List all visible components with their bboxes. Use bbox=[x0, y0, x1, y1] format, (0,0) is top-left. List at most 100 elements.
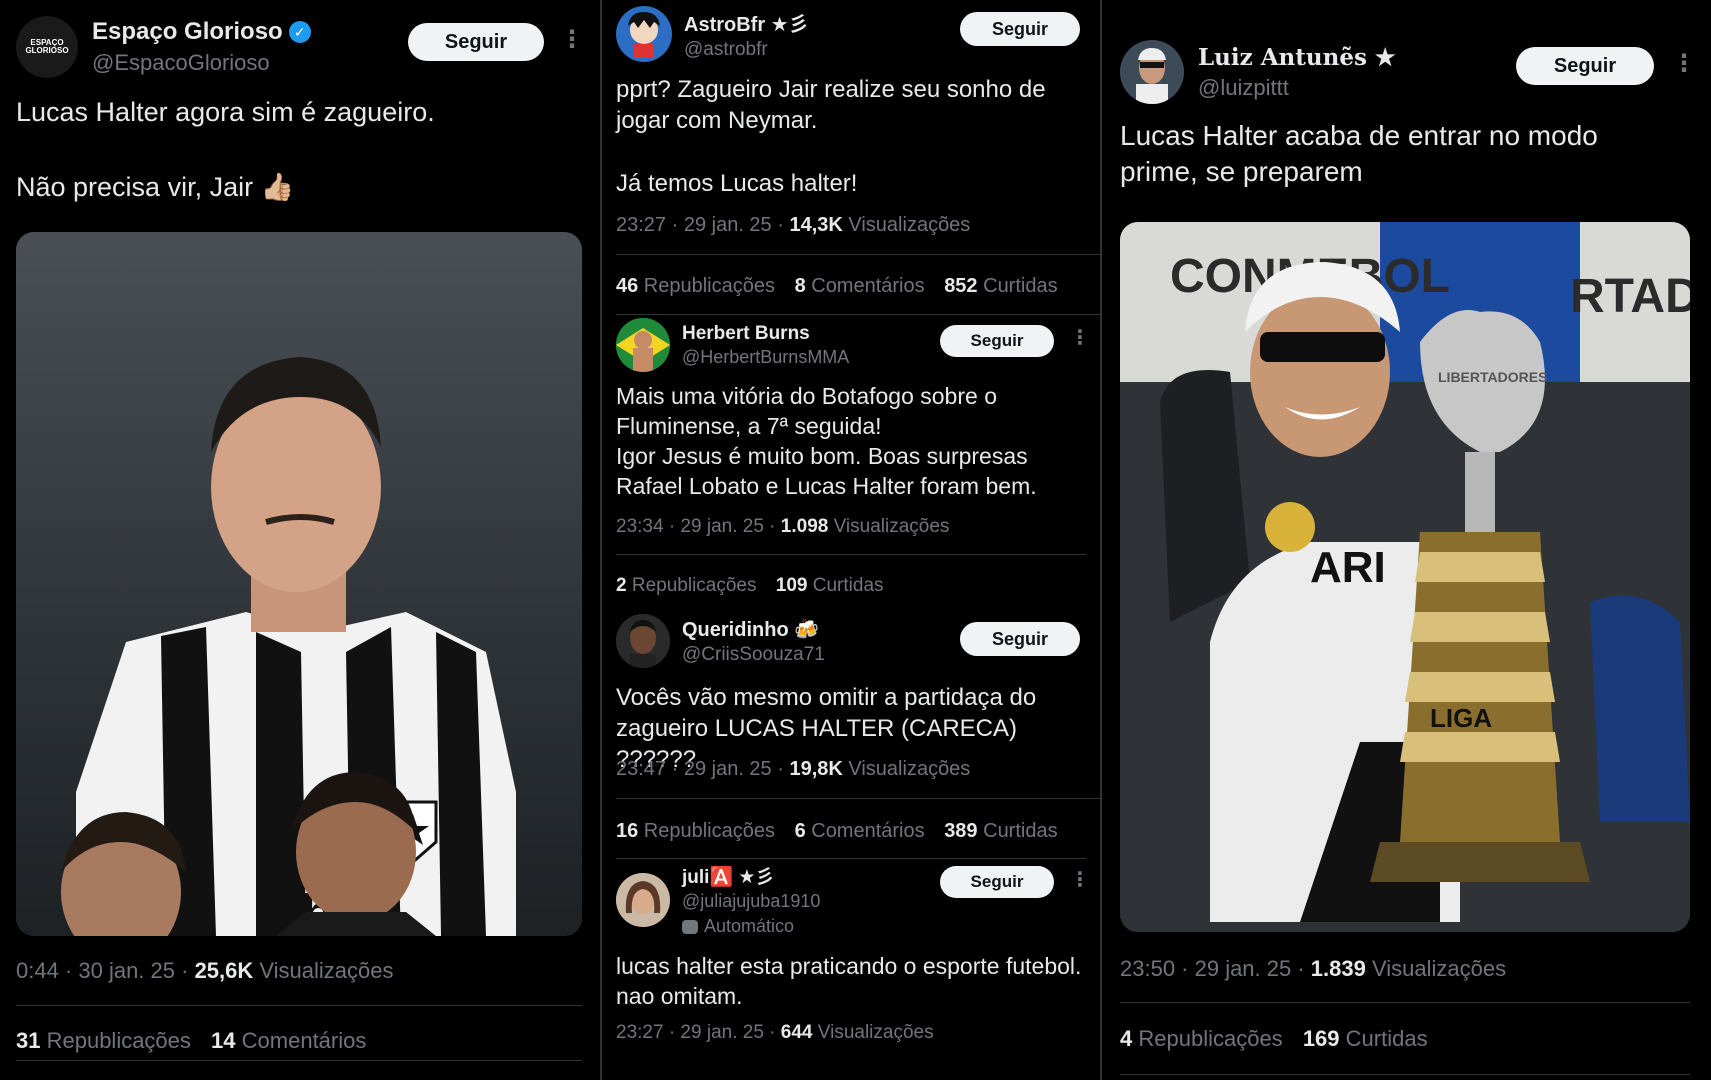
separator bbox=[616, 554, 1086, 555]
avatar[interactable] bbox=[616, 318, 670, 372]
tweet-header: Luiz Antunẽs ★ @luizpittt bbox=[1120, 40, 1396, 104]
views-count: 19,8K bbox=[789, 758, 843, 780]
queridinho-avatar-icon bbox=[616, 614, 670, 668]
display-name[interactable]: AstroBfr ★彡 bbox=[684, 8, 809, 37]
views-label: Visualizações bbox=[828, 516, 950, 537]
views-label: Visualizações bbox=[1365, 956, 1507, 981]
trophy-text: LIBERTADORES bbox=[1438, 369, 1547, 385]
handle[interactable]: @astrobfr bbox=[684, 39, 809, 61]
tweet-stats: 4 Republicações 169 Curtidas bbox=[1120, 1026, 1442, 1052]
reposts-stat[interactable]: 46 Republicações bbox=[616, 275, 775, 297]
tweet-column-1: ESPAÇO GLORIOSO Espaço Glorioso ✓ @Espac… bbox=[0, 0, 600, 1080]
tweet-column-2: AstroBfr ★彡 @astrobfr Seguir ⋮ pprt? Zag… bbox=[602, 0, 1100, 1080]
more-options-icon[interactable]: ⋮ bbox=[1070, 328, 1090, 348]
tweet-header: Herbert Burns @HerbertBurnsMMA bbox=[616, 318, 849, 372]
separator bbox=[1120, 1074, 1690, 1075]
tweet-meta: 23:50 · 29 jan. 25 · 1.839 Visualizações bbox=[1120, 956, 1506, 982]
handle[interactable]: @CriisSoouza71 bbox=[682, 644, 825, 666]
views-count: 1.098 bbox=[780, 516, 829, 537]
timestamp[interactable]: 23:27 · 29 jan. 25 · bbox=[616, 214, 789, 236]
display-name[interactable]: juli🅰️ ★彡 bbox=[682, 862, 820, 889]
tweet-stats: 31 Republicações 14 Comentários bbox=[16, 1028, 380, 1054]
trophy-plaque-text: LIGA bbox=[1430, 703, 1492, 733]
avatar-logo: ESPAÇO GLORIOSO bbox=[25, 38, 69, 55]
player-photo-illustration: vbet bbox=[16, 232, 582, 936]
views-count: 644 bbox=[780, 1022, 813, 1043]
bot-icon bbox=[682, 919, 698, 934]
separator bbox=[616, 314, 1100, 315]
comments-stat[interactable]: 8 Comentários bbox=[795, 275, 925, 297]
tweet-stats: 46 Republicações 8 Comentários 852 Curti… bbox=[616, 275, 1072, 298]
views-label: Visualizações bbox=[812, 1022, 934, 1043]
reposts-stat[interactable]: 2 Republicações bbox=[616, 575, 757, 596]
tweet-text: pprt? Zagueiro Jair realize seu sonho de… bbox=[616, 76, 1046, 197]
handle[interactable]: @luizpittt bbox=[1198, 75, 1396, 101]
tweet-column-3: Luiz Antunẽs ★ @luizpittt Seguir ⋮ Lucas… bbox=[1102, 0, 1711, 1080]
avatar[interactable] bbox=[616, 6, 672, 62]
avatar[interactable] bbox=[616, 872, 670, 927]
tweet-meta: 23:47 · 29 jan. 25 · 19,8K Visualizações bbox=[616, 758, 970, 781]
herbert-avatar-icon bbox=[616, 318, 670, 372]
more-options-icon[interactable]: ⋮ bbox=[1070, 870, 1090, 890]
views-label: Visualizações bbox=[253, 958, 394, 983]
tweet-meta: 0:44 · 30 jan. 25 · 25,6K Visualizações bbox=[16, 958, 394, 984]
tweet-header: AstroBfr ★彡 @astrobfr bbox=[616, 6, 809, 62]
avatar[interactable] bbox=[616, 614, 670, 668]
views-count: 14,3K bbox=[789, 214, 843, 236]
follow-button[interactable]: Seguir bbox=[940, 866, 1054, 898]
tweet-text: Mais uma vitória do Botafogo sobre o Flu… bbox=[616, 383, 1037, 499]
follow-button[interactable]: Seguir bbox=[960, 622, 1080, 656]
follow-button[interactable]: Seguir bbox=[940, 325, 1054, 357]
more-options-icon[interactable]: ⋮ bbox=[560, 28, 584, 52]
more-options-icon[interactable]: ⋮ bbox=[1672, 52, 1696, 76]
more-options-icon[interactable]: ⋮ bbox=[1092, 16, 1100, 38]
timestamp[interactable]: 23:34 · 29 jan. 25 · bbox=[616, 516, 781, 537]
tweet-text: Lucas Halter agora sim é zagueiro. Não p… bbox=[16, 97, 435, 202]
views-count: 25,6K bbox=[194, 958, 254, 983]
banner-right-text: RTAD bbox=[1570, 270, 1690, 323]
avatar[interactable] bbox=[1120, 40, 1184, 104]
timestamp[interactable]: 0:44 · 30 jan. 25 · bbox=[16, 958, 195, 983]
separator bbox=[616, 254, 1100, 255]
likes-stat[interactable]: 389 Curtidas bbox=[944, 820, 1057, 842]
display-name[interactable]: Espaço Glorioso ✓ bbox=[92, 18, 311, 46]
separator bbox=[616, 798, 1100, 799]
reposts-stat[interactable]: 4 Republicações bbox=[1120, 1026, 1283, 1051]
follow-button[interactable]: Seguir bbox=[1516, 47, 1654, 85]
likes-stat[interactable]: 169 Curtidas bbox=[1303, 1026, 1428, 1051]
separator bbox=[16, 1060, 582, 1061]
tweet-header: ESPAÇO GLORIOSO Espaço Glorioso ✓ @Espac… bbox=[16, 16, 311, 78]
likes-stat[interactable]: 109 Curtidas bbox=[776, 575, 884, 596]
follow-button[interactable]: Seguir bbox=[960, 12, 1080, 46]
reposts-stat[interactable]: 16 Republicações bbox=[616, 820, 775, 842]
handle[interactable]: @HerbertBurnsMMA bbox=[682, 347, 849, 368]
avatar[interactable]: ESPAÇO GLORIOSO bbox=[16, 16, 78, 78]
follow-button[interactable]: Seguir bbox=[408, 23, 544, 61]
handle[interactable]: @juliajujuba1910 bbox=[682, 891, 820, 912]
views-label: Visualizações bbox=[842, 214, 971, 236]
likes-stat[interactable]: 852 Curtidas bbox=[944, 275, 1057, 297]
automated-label: Automático bbox=[682, 916, 820, 937]
views-count: 1.839 bbox=[1310, 956, 1366, 981]
tweet-stats: 16 Republicações 6 Comentários 389 Curti… bbox=[616, 820, 1072, 843]
tweet-text: lucas halter esta praticando o esporte f… bbox=[616, 953, 1082, 1009]
handle[interactable]: @EspacoGlorioso bbox=[92, 50, 311, 76]
timestamp[interactable]: 23:50 · 29 jan. 25 · bbox=[1120, 956, 1311, 981]
display-name[interactable]: Queridinho 🍻 bbox=[682, 617, 825, 642]
tweet-header: Queridinho 🍻 @CriisSoouza71 bbox=[616, 614, 825, 668]
tweet-header: juli🅰️ ★彡 @juliajujuba1910 Automático bbox=[616, 862, 820, 937]
more-options-icon[interactable]: ⋮ bbox=[1092, 626, 1100, 648]
separator bbox=[1120, 1002, 1690, 1003]
comments-stat[interactable]: 6 Comentários bbox=[795, 820, 925, 842]
juli-avatar-icon bbox=[616, 872, 670, 927]
timestamp[interactable]: 23:27 · 29 jan. 25 · bbox=[616, 1022, 781, 1043]
comments-stat[interactable]: 14 Comentários bbox=[211, 1028, 366, 1053]
display-name[interactable]: Luiz Antunẽs ★ bbox=[1198, 44, 1396, 71]
display-name-text[interactable]: Espaço Glorioso bbox=[92, 18, 283, 46]
tweet-photo[interactable]: vbet bbox=[16, 232, 582, 936]
timestamp[interactable]: 23:47 · 29 jan. 25 · bbox=[616, 758, 789, 780]
reposts-stat[interactable]: 31 Republicações bbox=[16, 1028, 191, 1053]
display-name[interactable]: Herbert Burns bbox=[682, 323, 849, 345]
views-label: Visualizações bbox=[842, 758, 971, 780]
tweet-photo[interactable]: CONMEBOL RTAD ARI LIGA LIBERTADORES bbox=[1120, 222, 1690, 932]
